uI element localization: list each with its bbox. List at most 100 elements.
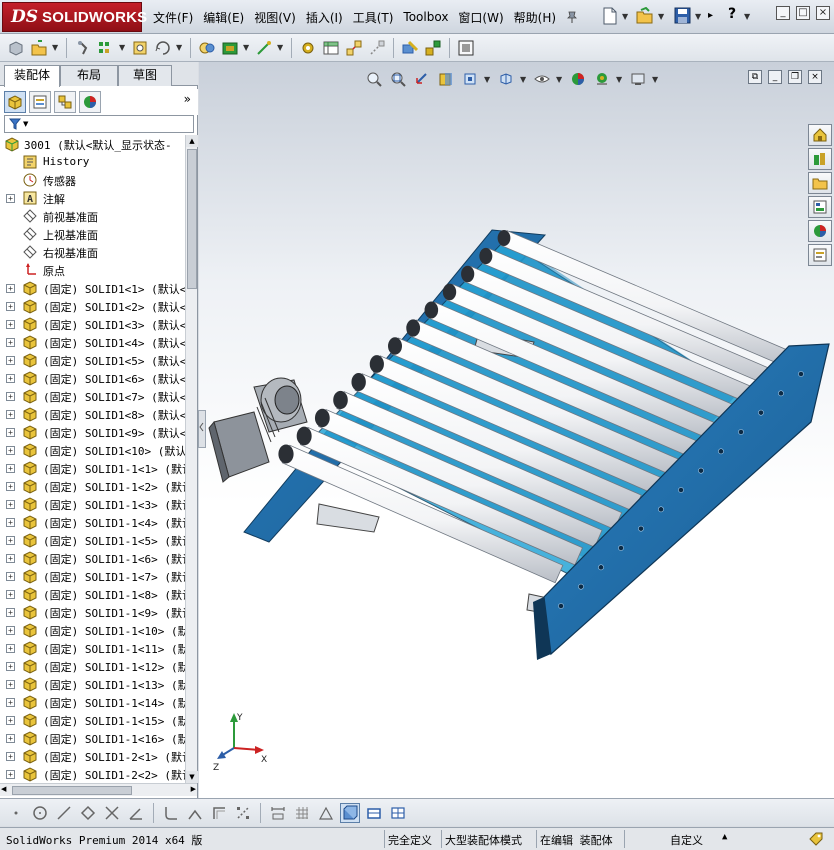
offset-icon[interactable]: [209, 803, 229, 823]
scroll-up-icon[interactable]: ▲: [186, 135, 198, 147]
exploded-view-icon[interactable]: [344, 38, 364, 58]
new-motion-study-icon[interactable]: [298, 38, 318, 58]
tree-component[interactable]: + (固定) SOLID1-1<14> (默: [0, 693, 186, 711]
panel-splitter[interactable]: [198, 410, 206, 448]
menu-insert[interactable]: 插入(I): [301, 9, 348, 26]
expand-icon[interactable]: +: [6, 716, 15, 725]
instant3d-icon[interactable]: [456, 38, 476, 58]
tree-item[interactable]: History: [0, 153, 186, 171]
menu-help[interactable]: 帮助(H): [509, 9, 561, 26]
tree-component[interactable]: + (固定) SOLID1-1<10> (默: [0, 621, 186, 639]
horizontal-scroll-thumb[interactable]: [12, 786, 132, 795]
expand-icon[interactable]: +: [6, 482, 15, 491]
linear-pattern-icon[interactable]: [96, 38, 116, 58]
insert-component-icon[interactable]: [6, 38, 26, 58]
reference-geometry-icon[interactable]: [254, 38, 274, 58]
tree-component[interactable]: + (固定) SOLID1-2<2> (默认: [0, 765, 186, 783]
help-dropdown-icon[interactable]: ▼: [744, 12, 752, 21]
move-dropdown-icon[interactable]: ▼: [176, 43, 184, 52]
fillet-icon[interactable]: [161, 803, 181, 823]
explode-line-sketch-icon[interactable]: [367, 38, 387, 58]
expand-icon[interactable]: +: [6, 536, 15, 545]
configuration-manager-icon[interactable]: [54, 91, 76, 113]
close-icon[interactable]: ×: [816, 6, 830, 20]
tab-layout[interactable]: 布局: [60, 65, 118, 86]
expand-icon[interactable]: +: [6, 662, 15, 671]
tree-component[interactable]: + (固定) SOLID1-1<15> (默: [0, 711, 186, 729]
tree-component[interactable]: + (固定) SOLID1-1<9> (默认: [0, 603, 186, 621]
tree-item[interactable]: 原点: [0, 261, 186, 279]
tree-item[interactable]: 前视基准面: [0, 207, 186, 225]
expand-icon[interactable]: +: [6, 590, 15, 599]
file-explorer-icon[interactable]: [808, 172, 832, 194]
expand-icon[interactable]: +: [6, 752, 15, 761]
tag-icon[interactable]: [808, 831, 824, 847]
tree-component[interactable]: + (固定) SOLID1-1<4> (默认: [0, 513, 186, 531]
pattern-dropdown-icon[interactable]: ▼: [119, 43, 127, 52]
menu-window[interactable]: 窗口(W): [453, 9, 508, 26]
solidworks-logo[interactable]: DS SOLIDWORKS: [2, 2, 147, 32]
help-icon[interactable]: ?: [728, 6, 736, 22]
tree-item[interactable]: + A 注解: [0, 189, 186, 207]
bill-of-materials-icon[interactable]: [321, 38, 341, 58]
expand-icon[interactable]: +: [6, 608, 15, 617]
convert-entities-icon[interactable]: [233, 803, 253, 823]
graphics-area[interactable]: ▼ ▼ ▼ ▼ ▼ ⧉ _ ❐ × Y X Z: [199, 62, 834, 798]
tree-component[interactable]: + (固定) SOLID1<6> (默认<: [0, 369, 186, 387]
scroll-left-icon[interactable]: ◀: [1, 785, 6, 793]
tree-component[interactable]: + (固定) SOLID1-1<6> (默认: [0, 549, 186, 567]
expand-icon[interactable]: +: [6, 644, 15, 653]
filter-dropdown-icon[interactable]: ▼: [23, 120, 28, 128]
tree-component[interactable]: + (固定) SOLID1-1<1> (默认: [0, 459, 186, 477]
menu-toolbox[interactable]: Toolbox: [398, 10, 453, 24]
tree-component[interactable]: + (固定) SOLID1-1<5> (默认: [0, 531, 186, 549]
tree-item[interactable]: 右视基准面: [0, 243, 186, 261]
angle-line-icon[interactable]: [126, 803, 146, 823]
tree-filter[interactable]: ▼: [4, 115, 194, 133]
tab-assembly[interactable]: 装配体: [4, 65, 60, 87]
expand-icon[interactable]: +: [6, 320, 15, 329]
tree-component[interactable]: + (固定) SOLID1-1<12> (默: [0, 657, 186, 675]
menu-file[interactable]: 文件(F): [148, 9, 198, 26]
expand-icon[interactable]: +: [6, 194, 15, 203]
display-manager-icon[interactable]: [79, 91, 101, 113]
expand-panel-icon[interactable]: »: [184, 92, 191, 106]
tree-component[interactable]: + (固定) SOLID1-1<3> (默认: [0, 495, 186, 513]
smart-dimension-icon[interactable]: [268, 803, 288, 823]
tree-horizontal-scrollbar[interactable]: ◀ ▶: [0, 783, 197, 796]
tree-component[interactable]: + (固定) SOLID1<2> (默认<: [0, 297, 186, 315]
tree-component[interactable]: + (固定) SOLID1-1<7> (默认: [0, 567, 186, 585]
tree-component[interactable]: + (固定) SOLID1<3> (默认<: [0, 315, 186, 333]
expand-icon[interactable]: +: [6, 734, 15, 743]
tree-component[interactable]: + (固定) SOLID1<4> (默认<: [0, 333, 186, 351]
property-manager-icon[interactable]: [29, 91, 51, 113]
new-part-icon[interactable]: [29, 38, 49, 58]
tree-component[interactable]: + (固定) SOLID1<10> (默认: [0, 441, 186, 459]
assembly-features-icon[interactable]: [220, 38, 240, 58]
expand-icon[interactable]: +: [6, 626, 15, 635]
reference-dropdown-icon[interactable]: ▼: [277, 43, 285, 52]
save-dropdown-icon[interactable]: ▼: [695, 12, 703, 21]
tree-component[interactable]: + (固定) SOLID1<7> (默认<: [0, 387, 186, 405]
grid-icon[interactable]: [292, 803, 312, 823]
new-document-icon[interactable]: [602, 7, 618, 25]
filter-icon[interactable]: [9, 118, 21, 130]
expand-icon[interactable]: +: [6, 374, 15, 383]
open-dropdown-icon[interactable]: ▼: [658, 12, 666, 21]
tree-component[interactable]: + (固定) SOLID1<5> (默认<: [0, 351, 186, 369]
expand-icon[interactable]: +: [6, 554, 15, 563]
table-icon[interactable]: [388, 803, 408, 823]
tree-component[interactable]: + (固定) SOLID1<1> (默认<: [0, 279, 186, 297]
tab-sketch[interactable]: 草图: [118, 65, 172, 86]
mate-icon[interactable]: [73, 38, 93, 58]
tree-component[interactable]: + (固定) SOLID1-1<13> (默: [0, 675, 186, 693]
scroll-thumb[interactable]: [187, 149, 197, 289]
expand-icon[interactable]: +: [6, 572, 15, 581]
menu-view[interactable]: 视图(V): [249, 9, 301, 26]
new-part-dropdown-icon[interactable]: ▼: [52, 43, 60, 52]
expand-icon[interactable]: +: [6, 464, 15, 473]
shaded-sketch-icon[interactable]: [340, 802, 360, 823]
view-palette-icon[interactable]: [808, 196, 832, 218]
rectangle-icon[interactable]: [364, 803, 384, 823]
expand-icon[interactable]: +: [6, 392, 15, 401]
